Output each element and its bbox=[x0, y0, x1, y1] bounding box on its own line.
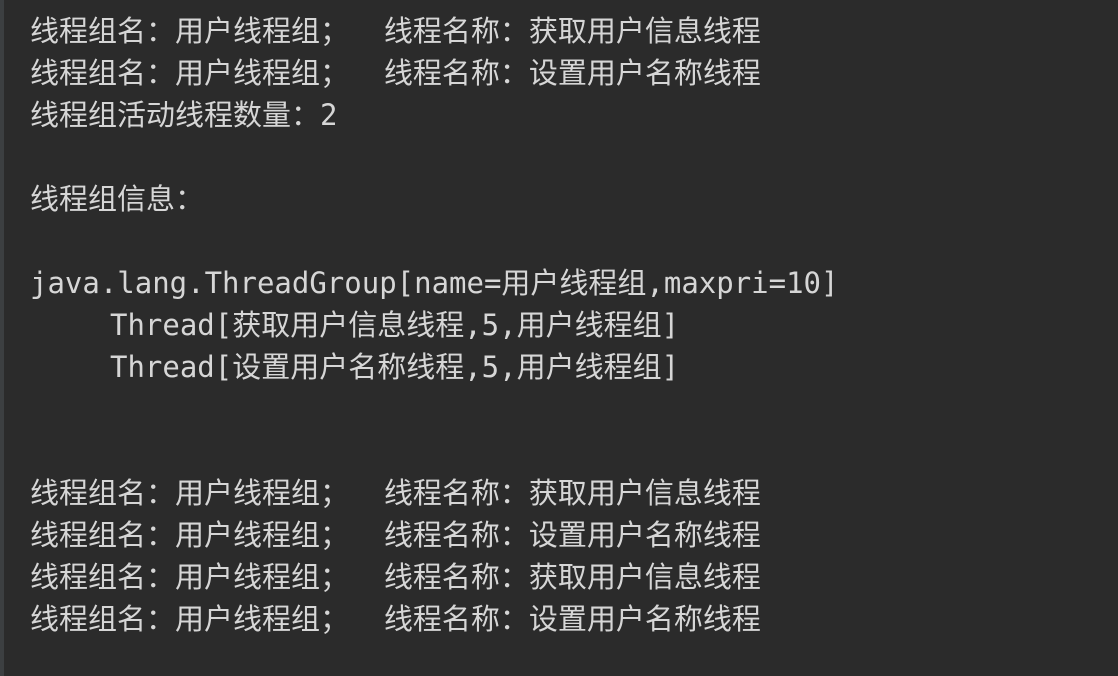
output-line-indented: Thread[获取用户信息线程,5,用户线程组] bbox=[110, 308, 680, 342]
console-output-panel[interactable]: 线程组名：用户线程组； 线程名称：获取用户信息线程 线程组名：用户线程组； 线程… bbox=[0, 0, 1118, 676]
output-line: 线程组名：用户线程组； 线程名称：获取用户信息线程 bbox=[30, 476, 761, 510]
output-line: 线程组名：用户线程组； 线程名称：设置用户名称线程 bbox=[30, 518, 761, 552]
output-line: 线程组名：用户线程组； 线程名称：获取用户信息线程 bbox=[30, 560, 761, 594]
console-text: 线程组名：用户线程组； 线程名称：获取用户信息线程 线程组名：用户线程组； 线程… bbox=[30, 10, 1110, 640]
gutter-border bbox=[0, 0, 4, 676]
output-line: java.lang.ThreadGroup[name=用户线程组,maxpri=… bbox=[30, 266, 839, 300]
output-line-indented: Thread[设置用户名称线程,5,用户线程组] bbox=[110, 350, 680, 384]
output-line: 线程组名：用户线程组； 线程名称：获取用户信息线程 bbox=[30, 14, 761, 48]
output-line: 线程组活动线程数量：2 bbox=[30, 98, 338, 132]
output-line: 线程组名：用户线程组； 线程名称：设置用户名称线程 bbox=[30, 56, 761, 90]
clipped-top-line bbox=[30, 0, 1118, 8]
output-line: 线程组信息： bbox=[30, 182, 205, 216]
output-line: 线程组名：用户线程组； 线程名称：设置用户名称线程 bbox=[30, 602, 761, 636]
